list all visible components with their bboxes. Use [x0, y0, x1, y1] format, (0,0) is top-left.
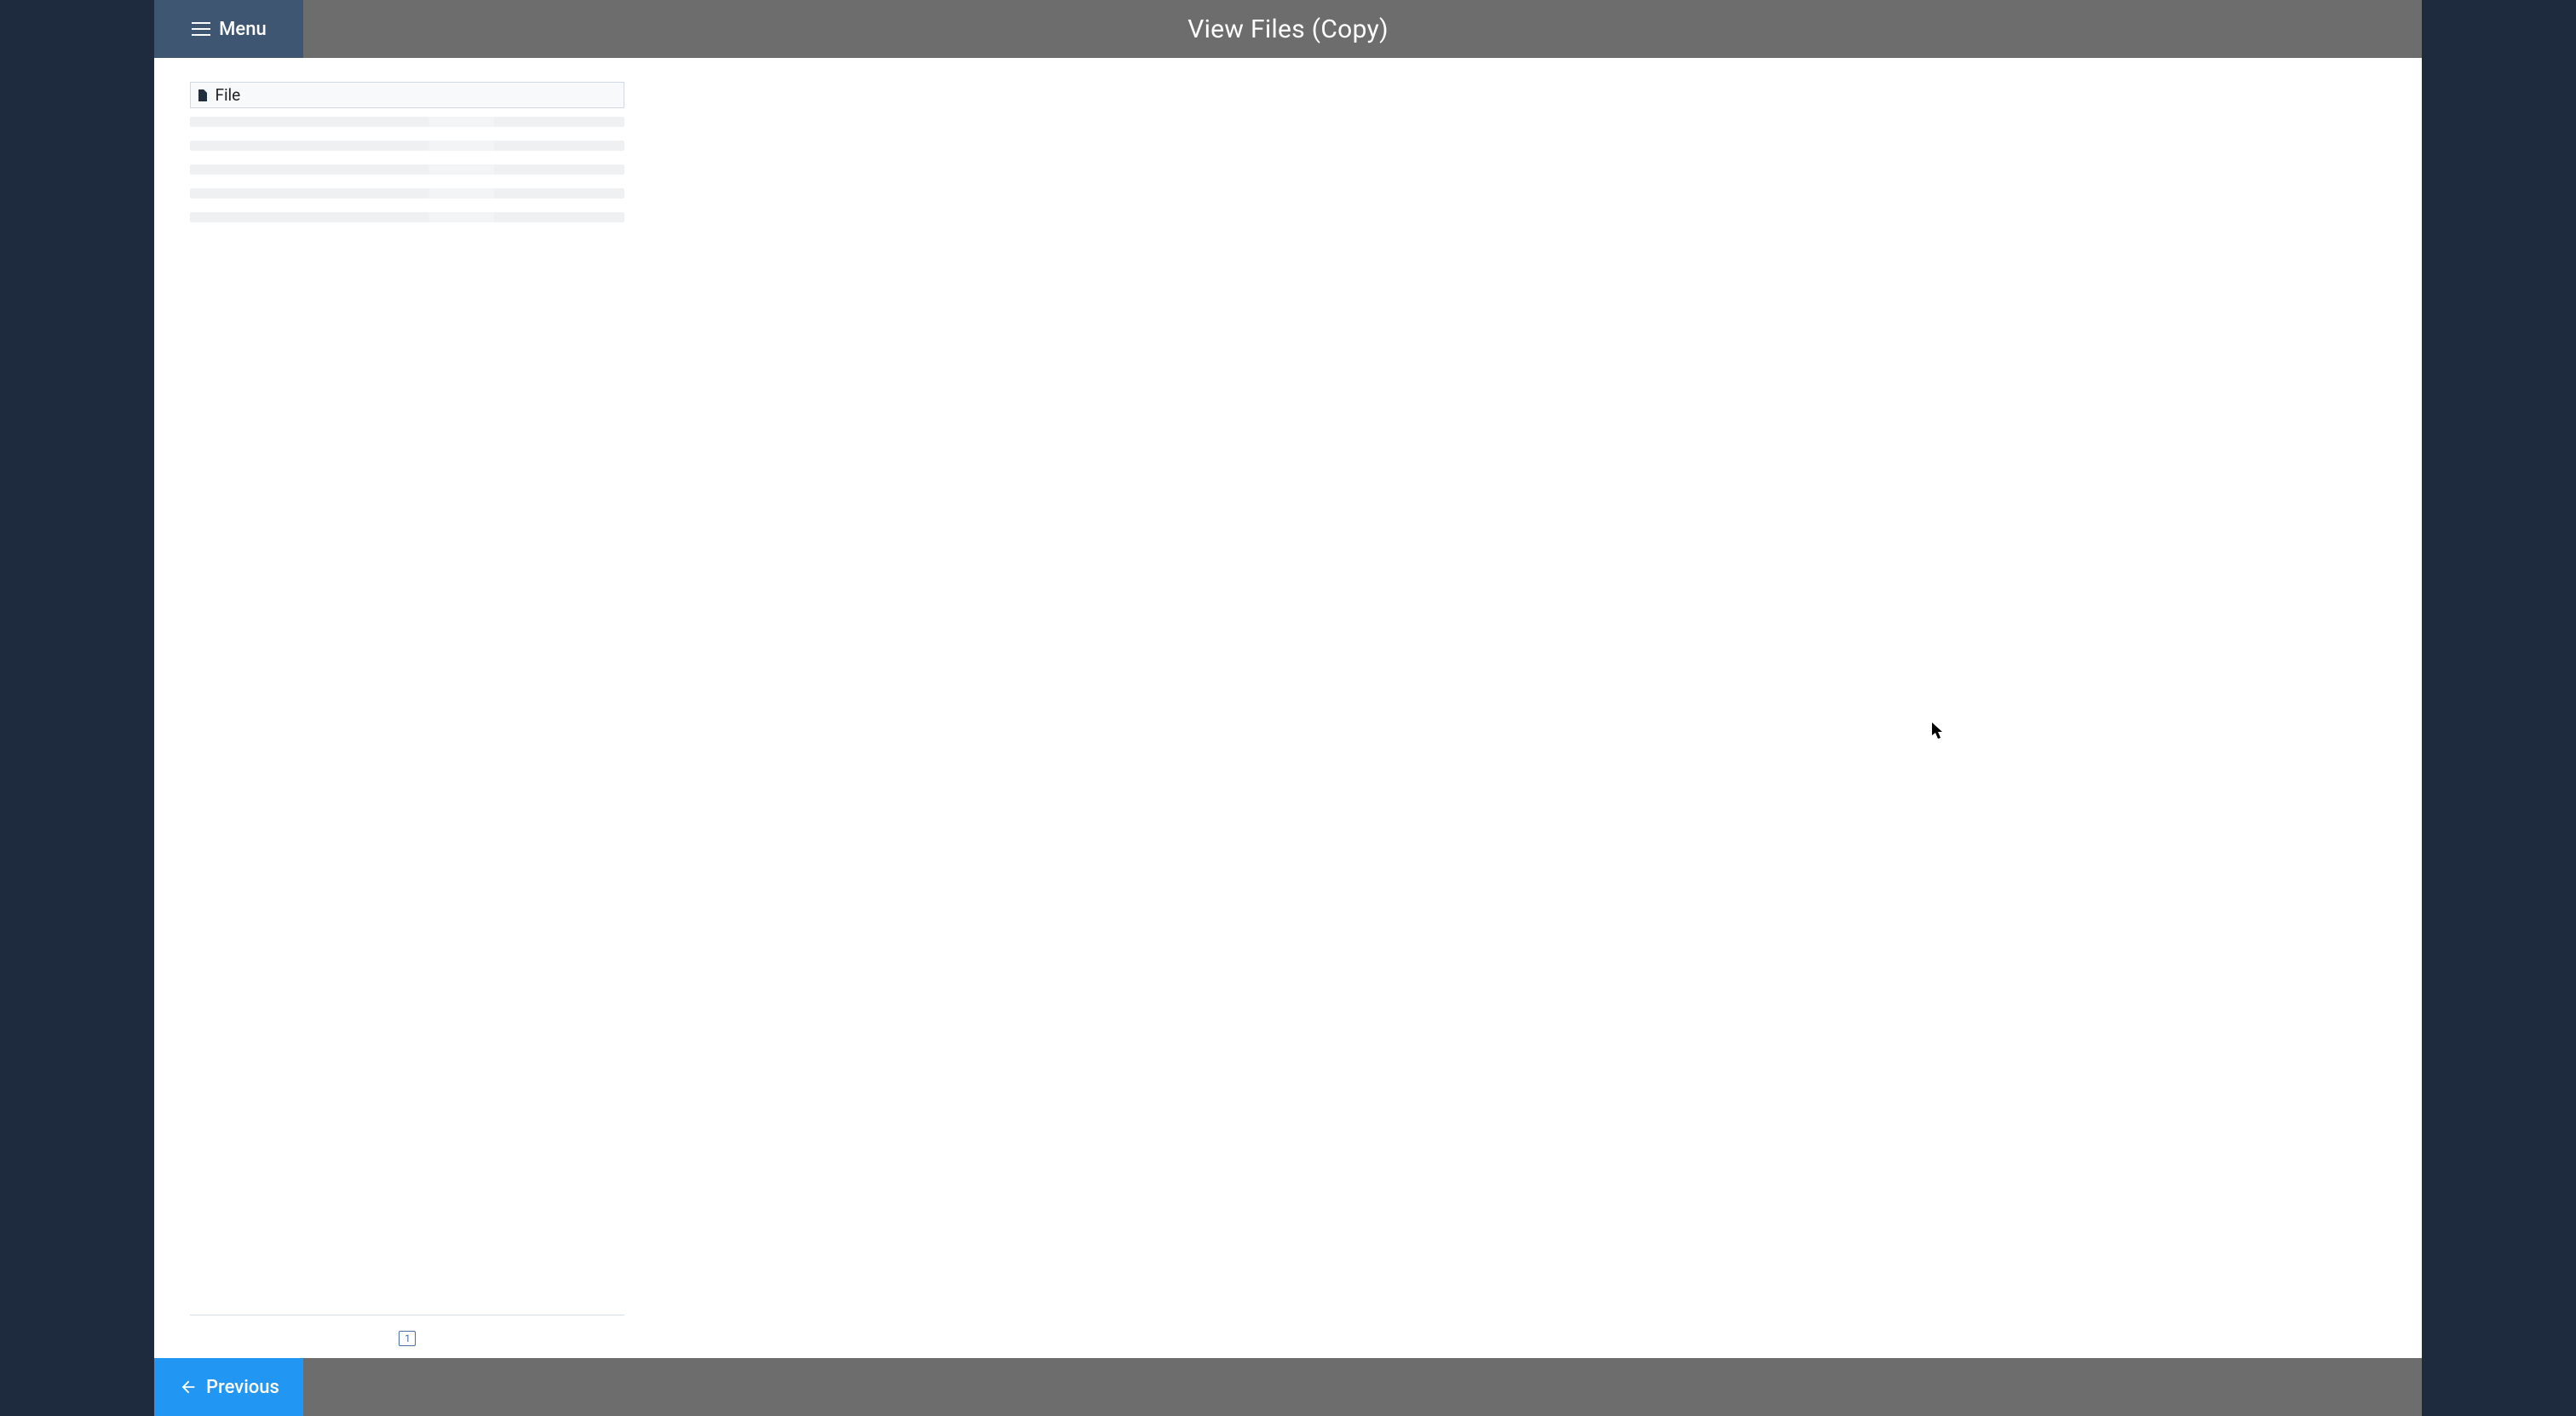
file-list-loading	[190, 117, 624, 222]
menu-button[interactable]: Menu	[154, 0, 303, 58]
skeleton-row	[190, 212, 624, 222]
pager: 1	[190, 1315, 624, 1346]
file-column-label: File	[215, 85, 240, 105]
skeleton-row	[190, 141, 624, 151]
previous-label: Previous	[206, 1377, 279, 1398]
file-column-header[interactable]: File	[190, 82, 624, 108]
skeleton-row	[190, 117, 624, 127]
bottom-bar: Previous	[154, 1358, 2421, 1416]
skeleton-row	[190, 188, 624, 199]
hamburger-icon	[192, 22, 210, 36]
page-1-button[interactable]: 1	[399, 1331, 416, 1346]
file-list-panel: File 1	[190, 82, 624, 1346]
arrow-left-icon	[179, 1378, 198, 1396]
file-icon	[198, 89, 208, 101]
page-title: View Files (Copy)	[154, 14, 2421, 44]
skeleton-row	[190, 164, 624, 175]
menu-label: Menu	[219, 19, 267, 40]
app-frame: Menu View Files (Copy) File	[154, 0, 2421, 1416]
content-area: File 1	[154, 58, 2421, 1358]
top-bar: Menu View Files (Copy)	[154, 0, 2421, 58]
previous-button[interactable]: Previous	[154, 1358, 303, 1416]
